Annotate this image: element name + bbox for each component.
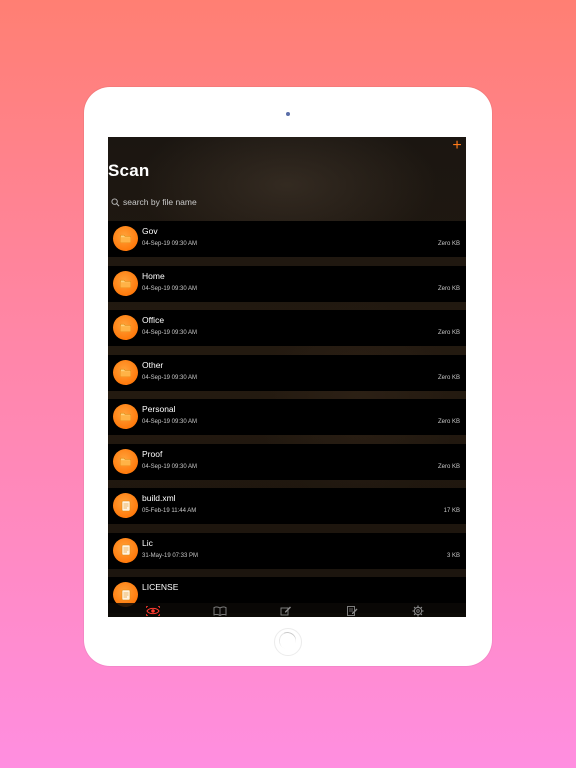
- eye-scan-icon: [146, 605, 160, 616]
- home-button[interactable]: [274, 628, 302, 656]
- file-row[interactable]: Home 04-Sep-19 09:30 AM Zero KB: [108, 265, 466, 302]
- folder-icon: [113, 270, 138, 296]
- tab-book[interactable]: [213, 605, 227, 616]
- tab-notepad[interactable]: [345, 605, 359, 616]
- file-name: Proof: [142, 448, 163, 459]
- file-size: Zero KB: [437, 419, 460, 425]
- file-date: 04-Sep-19 09:30 AM: [142, 374, 198, 381]
- tab-bar: [108, 603, 466, 617]
- file-row[interactable]: build.xml 05-Feb-19 11:44 AM 17 KB: [108, 488, 466, 524]
- search-bar[interactable]: [111, 195, 451, 209]
- notepad-icon: [346, 605, 358, 616]
- file-row[interactable]: Lic 31-May-19 07:33 PM 3 KB: [108, 532, 466, 569]
- file-name: Lic: [142, 537, 153, 548]
- tab-pen-edit[interactable]: [279, 605, 293, 616]
- folder-icon: [113, 404, 138, 429]
- file-size: Zero KB: [437, 463, 460, 470]
- file-size: Zero KB: [437, 241, 460, 247]
- file-size: Zero KB: [437, 285, 460, 292]
- tab-eye-scan[interactable]: [146, 605, 160, 616]
- app-screen: + Scan Gov 04-Sep-19 09:30 AM Zero KB Home 0…: [108, 137, 466, 617]
- tab-gear[interactable]: [411, 605, 425, 616]
- file-name: Home: [142, 270, 165, 281]
- front-camera: [286, 112, 290, 116]
- file-name: Personal: [142, 404, 176, 414]
- page-title: Scan: [108, 161, 150, 180]
- plus-icon[interactable]: +: [450, 138, 464, 154]
- file-size: 17 KB: [443, 508, 460, 514]
- file-name: LICENSE: [142, 582, 179, 592]
- search-input[interactable]: [123, 197, 423, 207]
- file-row[interactable]: Personal 04-Sep-19 09:30 AM Zero KB: [108, 399, 466, 435]
- file-name: Gov: [142, 226, 158, 236]
- gear-icon: [412, 605, 424, 617]
- file-name: Office: [142, 315, 165, 325]
- file-date: 05-Feb-19 11:44 AM: [142, 508, 197, 514]
- file-name: Other: [142, 359, 164, 370]
- folder-icon: [113, 315, 138, 340]
- document-icon: [113, 537, 138, 563]
- file-name: build.xml: [142, 493, 176, 503]
- tablet-frame: + Scan Gov 04-Sep-19 09:30 AM Zero KB Home 0…: [84, 87, 492, 666]
- file-row[interactable]: Gov 04-Sep-19 09:30 AM Zero KB: [108, 221, 466, 257]
- file-list: Gov 04-Sep-19 09:30 AM Zero KB Home 04-Sep-1…: [108, 221, 466, 617]
- folder-icon: [113, 226, 138, 251]
- file-date: 04-Sep-19 09:30 AM: [142, 463, 198, 470]
- file-row[interactable]: Proof 04-Sep-19 09:30 AM Zero KB: [108, 443, 466, 480]
- folder-icon: [113, 359, 138, 385]
- file-size: 3 KB: [446, 552, 460, 559]
- file-size: Zero KB: [437, 330, 460, 336]
- file-date: 31-May-19 07:33 PM: [142, 552, 199, 559]
- file-date: 04-Sep-19 09:30 AM: [142, 330, 198, 336]
- file-row[interactable]: Office 04-Sep-19 09:30 AM Zero KB: [108, 310, 466, 346]
- file-row[interactable]: Other 04-Sep-19 09:30 AM Zero KB: [108, 354, 466, 391]
- pen-edit-icon: [280, 605, 292, 616]
- file-date: 04-Sep-19 09:30 AM: [142, 241, 198, 247]
- file-size: Zero KB: [437, 374, 460, 381]
- file-date: 04-Sep-19 09:30 AM: [142, 285, 198, 292]
- book-icon: [213, 606, 227, 616]
- document-icon: [113, 493, 138, 518]
- folder-icon: [113, 448, 138, 474]
- search-icon: [111, 197, 120, 206]
- file-date: 04-Sep-19 09:30 AM: [142, 419, 198, 425]
